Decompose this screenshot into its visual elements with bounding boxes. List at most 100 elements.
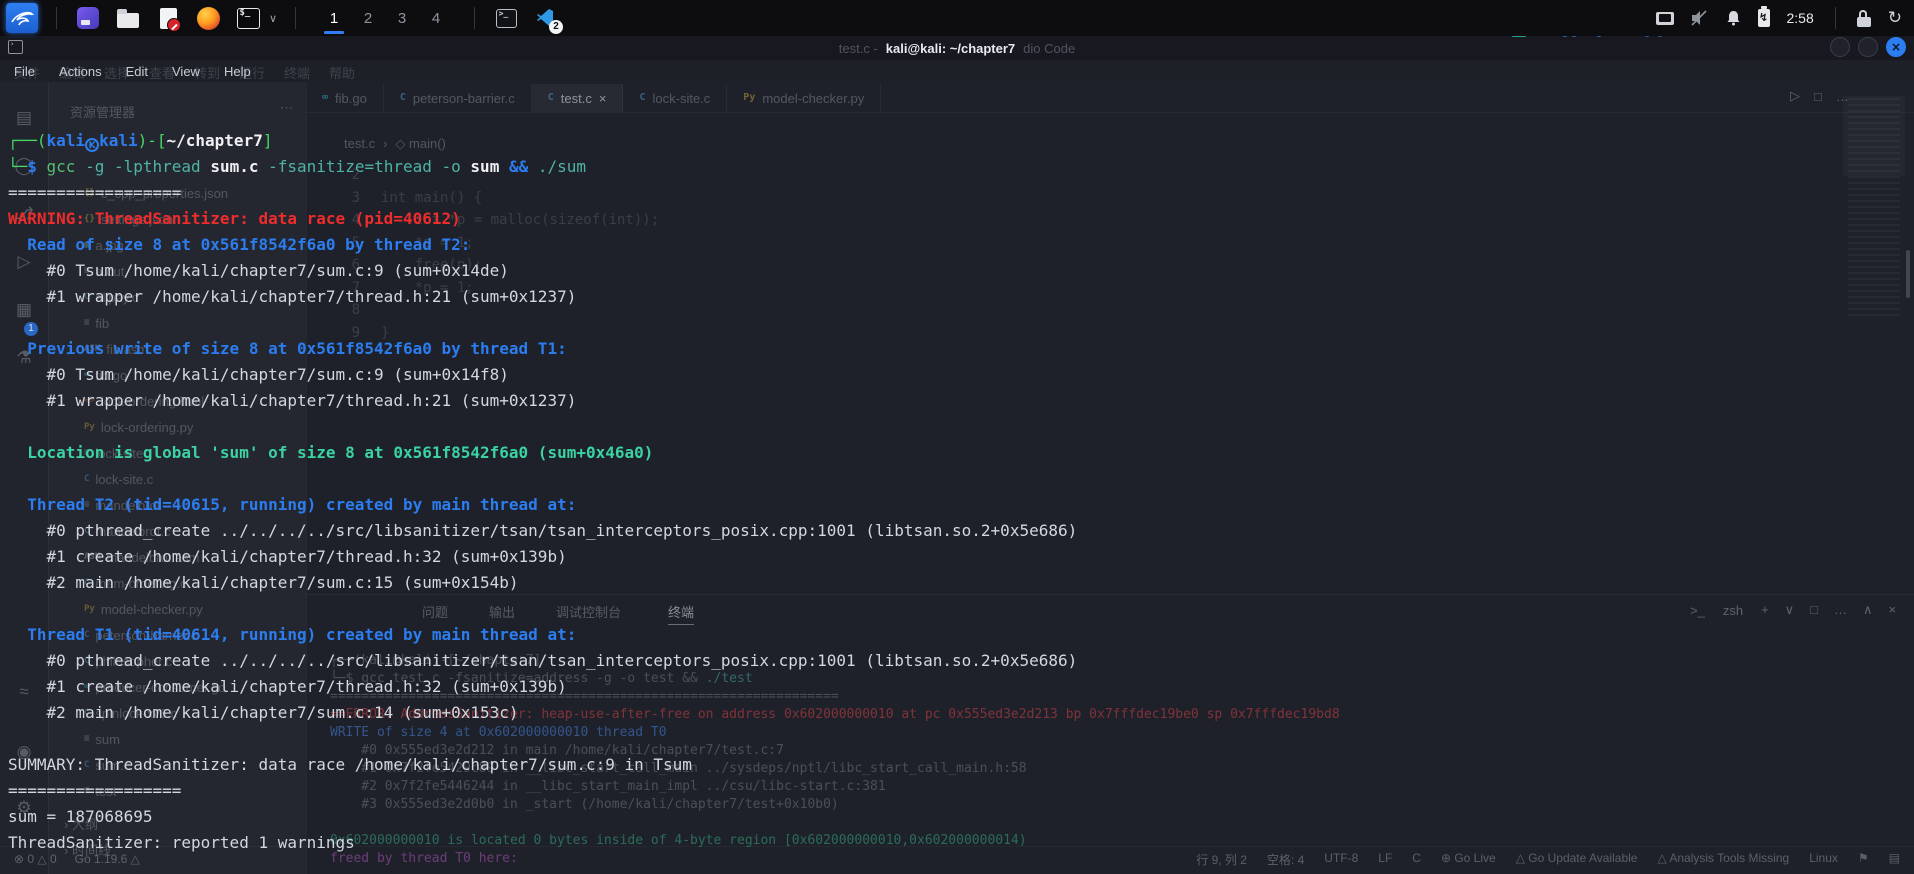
text-segment: #0 pthread_create ../../../../src/libsan… — [8, 521, 1078, 540]
text-segment: ThreadSanitizer: reported 1 warnings — [8, 833, 355, 852]
window-button-vscode[interactable]: 2 — [533, 5, 564, 34]
panel-header-icon: □ — [1810, 602, 1819, 617]
text-segment: #2 0x7f2fe5446244 in __libc_start_main_i… — [330, 779, 886, 794]
file-item-fib: ≡ fib — [84, 312, 109, 334]
app-window-icon — [77, 7, 99, 29]
shell-label: zsh — [1722, 602, 1744, 618]
editor-tabbar: ∞ fib.go Cpeterson-barrier.c Ctest.c × Clock-… — [306, 84, 882, 112]
notification-bell-icon[interactable] — [1726, 10, 1741, 26]
close-button[interactable]: × — [1886, 37, 1906, 57]
minimize-button[interactable] — [1830, 37, 1850, 57]
menu-help[interactable]: Help — [224, 64, 251, 79]
launcher-text-editor[interactable] — [155, 5, 181, 32]
terminal-menubar: 文件 编辑 选择 查看 转到 运行 终端 帮助 File Actions Edit View Help — [0, 60, 1914, 82]
terminal-line: ┌──(kali Kkali)-[~/chapter7] — [8, 128, 272, 154]
text-segment — [258, 157, 268, 176]
terminal-scrollbar-thumb[interactable] — [1906, 250, 1910, 298]
terminal-line: ThreadSanitizer: reported 1 warnings — [8, 830, 355, 856]
kali-menu-button[interactable] — [6, 3, 38, 33]
audio-muted-icon[interactable] — [1690, 10, 1709, 26]
workspace-button-2[interactable]: 2 — [354, 1, 382, 35]
vscode-menu-ghost: 帮助 — [329, 66, 356, 81]
tab-model-checker.py: Py model-checker.py — [727, 84, 882, 112]
battery-icon[interactable]: ↯ — [1757, 6, 1770, 27]
menu-actions[interactable]: Actions — [59, 64, 102, 79]
text-segment: ./sum — [528, 157, 587, 176]
file-name: sum — [95, 731, 120, 747]
window-title: kali@kali: ~/chapter7 — [885, 40, 1016, 56]
menu-view[interactable]: View — [172, 64, 200, 79]
window-button-terminal[interactable]: >_ — [493, 5, 519, 31]
menu-edit[interactable]: Edit — [126, 64, 148, 79]
launcher-chevron-down-icon[interactable]: ∨ — [269, 12, 277, 25]
terminal-line: SUMMARY: ThreadSanitizer: data race /hom… — [8, 752, 692, 778]
text-segment: WARNING: ThreadSanitizer: data race (pid… — [8, 209, 461, 228]
terminal-app-icon: › — [8, 40, 23, 54]
text-segment: sum.c — [210, 157, 259, 176]
editor-action-icon: □ — [1814, 88, 1822, 104]
breadcrumb: test.c › ◇ main() — [344, 136, 446, 152]
launcher-firefox[interactable] — [195, 5, 221, 31]
text-segment: WRITE of size 4 at 0x602000000010 thread… — [330, 725, 667, 740]
text-segment: #1 create /home/kali/chapter7/thread.h:3… — [8, 547, 567, 566]
tab-label: fib.go — [335, 90, 367, 106]
c-file-icon: C — [639, 92, 646, 103]
status-item: UTF-8 — [1324, 850, 1359, 865]
text-segment: #3 0x555ed3e2d0b0 in _start (/home/kali/… — [330, 797, 839, 812]
panel-header-icon: … — [1834, 602, 1848, 617]
terminal-icon: $_ — [236, 7, 260, 29]
taskbar-separator — [295, 7, 297, 29]
panel-border — [306, 594, 1914, 595]
window-controls: × — [1830, 37, 1906, 57]
status-item: ⊕ Go Live — [1440, 850, 1496, 865]
panel-line: #3 0x555ed3e2d0b0 in _start (/home/kali/… — [330, 796, 839, 814]
c-file-icon: C — [399, 92, 406, 103]
terminal-content-area[interactable]: ▤ ◯ ⎇ ▷ ▦ ⚗ ≈ ◉ ⚙ 1 资源管理器 ⋯ ∞ fib.go Cpeterson-barr… — [0, 82, 1914, 874]
launcher-terminal[interactable]: $_ — [235, 5, 261, 31]
text-segment — [499, 157, 509, 176]
file-item-sum: ≡ sum — [84, 728, 120, 750]
terminal-line: Location is global 'sum' of size 8 at 0x… — [8, 440, 653, 466]
terminal-line: Previous write of size 8 at 0x561f8542f6… — [8, 336, 566, 362]
lock-screen-icon[interactable] — [1856, 9, 1871, 27]
status-item: △ Analysis Tools Missing — [1657, 850, 1790, 865]
text-segment: kali — [99, 131, 138, 150]
explorer-more-icon: ⋯ — [280, 100, 293, 115]
text-segment: ] — [262, 131, 273, 150]
file-item-model-checker.py: Py model-checker.py — [84, 598, 203, 620]
clock[interactable]: 2:58 — [1787, 10, 1814, 26]
text-segment: && — [508, 157, 529, 176]
text-segment: )-[ — [137, 131, 167, 150]
desktop-screen: $_ ∨ 1234 >_ 2 ↯ 2:58 ↻ › test.c - kali@… — [0, 0, 1914, 874]
py-file-icon: Py — [84, 604, 95, 614]
tab-peterson-barrier.c: Cpeterson-barrier.c — [384, 84, 532, 112]
menu-items: File Actions Edit View Help — [14, 60, 275, 82]
breadcrumb-item: ◇ main() — [395, 136, 446, 151]
terminal-titlebar: › test.c - kali@kali: ~/chapter7 dio Cod… — [0, 34, 1914, 60]
display-tray-icon[interactable] — [1655, 11, 1674, 25]
editor-action-icon: ▷ — [1790, 88, 1800, 103]
file-item-lock-site.c: Clock-site.c — [84, 468, 153, 490]
tab-close-icon: × — [598, 90, 607, 106]
maximize-button[interactable] — [1858, 37, 1878, 57]
text-segment: #1 create /home/kali/chapter7/thread.h:3… — [8, 677, 567, 696]
terminal-line: ================== — [8, 778, 181, 804]
bin-file-icon: ≡ — [84, 318, 90, 328]
editor-action-icons: ▷ □… — [1790, 88, 1849, 104]
workspace-button-1[interactable]: 1 — [320, 1, 348, 35]
text-segment: ================== — [8, 183, 182, 202]
workspace-button-3[interactable]: 3 — [388, 1, 416, 35]
line-number: 3 — [351, 189, 360, 206]
logout-icon[interactable]: ↻ — [1888, 8, 1902, 28]
launcher-window-manager[interactable] — [75, 5, 101, 31]
workspace-button-4[interactable]: 4 — [422, 1, 450, 35]
menu-file[interactable]: File — [14, 64, 35, 79]
text-segment: ~/chapter7 — [166, 131, 263, 150]
files-icon: ▤ — [15, 108, 33, 127]
launcher-file-manager[interactable] — [115, 5, 141, 31]
panel-header-icons: + ∨ □ … ∧ × — [1761, 602, 1896, 618]
terminal-line: #2 main /home/kali/chapter7/sum.c:14 (su… — [8, 700, 519, 726]
terminal-line: Read of size 8 at 0x561f8542f6a0 by thre… — [8, 232, 470, 258]
text-segment: Location is global 'sum' of size 8 at 0x… — [8, 443, 654, 462]
text-segment: Read of size 8 at 0x561f8542f6a0 by thre… — [8, 235, 471, 254]
